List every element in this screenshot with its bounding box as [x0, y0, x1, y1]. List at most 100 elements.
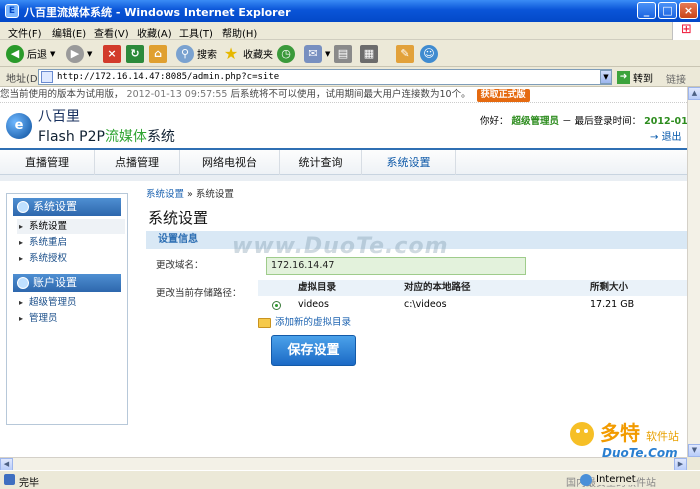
refresh-button[interactable]: ↻: [126, 43, 144, 64]
notice-date: 2012-01-13 09:57:55: [126, 89, 228, 100]
address-input[interactable]: http://172.16.14.47:8085/admin.php?c=sit…: [38, 69, 612, 85]
print-icon: ▤: [334, 44, 352, 63]
vertical-scrollbar[interactable]: ▲ ▼: [687, 87, 700, 457]
back-arrow-icon: ◀: [6, 44, 24, 63]
tab-settings[interactable]: 系统设置: [362, 150, 456, 175]
menu-favorites[interactable]: 收藏(A): [137, 25, 172, 40]
tab-tv[interactable]: 网络电视台: [180, 150, 280, 175]
mail-button[interactable]: ✉ ▼: [304, 43, 330, 64]
sidebar-item-super-admin[interactable]: 超级管理员: [17, 295, 125, 310]
page-viewport: 您当前使用的版本为试用版， 2012-01-13 09:57:55 后系统将不可…: [0, 87, 687, 457]
menu-bar: 文件(F) 编辑(E) 查看(V) 收藏(A) 工具(T) 帮助(H): [0, 22, 700, 40]
search-icon: ⚲: [176, 44, 194, 63]
logout-link[interactable]: → 退出: [650, 128, 682, 143]
table-header: 虚拟目录 对应的本地路径 所剩大小: [258, 280, 687, 296]
user-icon: [17, 277, 29, 289]
save-settings-button[interactable]: 保存设置: [271, 335, 356, 366]
address-label: 地址(D): [6, 74, 42, 85]
tab-stats[interactable]: 统计查询: [280, 150, 362, 175]
login-label: － 最后登录时间：: [562, 116, 642, 127]
last-login-time: 2012-01-06: [644, 116, 687, 127]
horizontal-scrollbar[interactable]: ◀ ▶: [0, 457, 687, 471]
home-icon: ⌂: [149, 44, 167, 63]
research-button[interactable]: ✎: [396, 43, 414, 64]
title-bar: E 八百里流媒体系统 - Windows Internet Explorer _…: [0, 0, 700, 22]
search-button[interactable]: ⚲ 搜索: [176, 43, 217, 64]
messenger-button[interactable]: ☺: [420, 43, 438, 64]
sidebar-group-system[interactable]: 系统设置: [13, 198, 121, 216]
menu-view[interactable]: 查看(V): [94, 25, 129, 40]
tab-live[interactable]: 直播管理: [0, 150, 95, 175]
toolbar: ◀ 后退 ▼ ▶ ▼ × ↻ ⌂ ⚲ 搜索 ★ 收藏夹 ◷ ✉ ▼ ▤ ▦ ✎ ☺: [0, 40, 700, 67]
menu-help[interactable]: 帮助(H): [222, 25, 257, 40]
home-button[interactable]: ⌂: [149, 43, 167, 64]
brand-name-en: Flash P2P流媒体系统: [38, 129, 175, 145]
messenger-icon: ☺: [420, 44, 438, 63]
star-icon: ★: [223, 43, 239, 63]
sidebar: 系统设置 系统设置 系统重启 系统授权 账户设置 超级管理员 管理员: [6, 193, 128, 425]
gear-icon: [17, 201, 29, 213]
back-button[interactable]: ◀ 后退 ▼: [6, 43, 55, 64]
history-button[interactable]: ◷: [277, 43, 295, 64]
favorites-button[interactable]: ★ 收藏夹: [222, 43, 273, 64]
user-info: 你好： 超级管理员 － 最后登录时间： 2012-01-06: [480, 113, 687, 127]
edit-button[interactable]: ▦: [360, 43, 378, 64]
svg-text:多特: 多特: [600, 421, 640, 445]
print-button[interactable]: ▤: [334, 43, 352, 64]
table-row: videos c:\videos 17.21 GB: [258, 297, 687, 313]
close-button[interactable]: ×: [679, 2, 698, 19]
scroll-down-icon[interactable]: ▼: [688, 444, 700, 457]
tab-vod[interactable]: 点播管理: [95, 150, 180, 175]
vdir-radio[interactable]: [272, 301, 281, 310]
mail-icon: ✉: [304, 44, 322, 63]
breadcrumb-current: 系统设置: [195, 189, 234, 200]
stop-icon: ×: [103, 44, 121, 63]
sidebar-item-system-settings[interactable]: 系统设置: [17, 219, 125, 234]
corner-watermark: 多特 软件站 DuoTe.Com: [566, 414, 687, 457]
scroll-up-icon[interactable]: ▲: [688, 87, 700, 100]
window-title: 八百里流媒体系统 - Windows Internet Explorer: [24, 6, 291, 19]
status-text: 完毕: [19, 478, 39, 489]
address-dropdown-button[interactable]: ▼: [600, 70, 612, 84]
refresh-icon: ↻: [126, 44, 144, 63]
breadcrumb-link[interactable]: 系统设置: [146, 189, 184, 200]
links-button[interactable]: 链接: [666, 71, 686, 86]
menu-tools[interactable]: 工具(T): [179, 25, 213, 40]
main-nav: 直播管理 点播管理 网络电视台 统计查询 系统设置: [0, 148, 687, 175]
add-virtual-dir-link[interactable]: 添加新的虚拟目录: [258, 314, 351, 328]
breadcrumb: 系统设置 » 系统设置: [146, 189, 234, 200]
storage-path-label: 更改当前存储路径：: [156, 288, 242, 299]
sidebar-item-admin[interactable]: 管理员: [17, 311, 125, 326]
menu-edit[interactable]: 编辑(E): [52, 25, 86, 40]
windows-logo-icon: ⊞: [672, 22, 700, 40]
maximize-button[interactable]: □: [658, 2, 677, 19]
menu-file[interactable]: 文件(F): [8, 25, 42, 40]
app-icon: E: [5, 4, 19, 18]
stop-button[interactable]: ×: [103, 43, 121, 64]
notice-text: 您当前使用的版本为试用版，: [0, 89, 124, 100]
edit-page-icon: ▦: [360, 44, 378, 63]
greeting: 你好：: [480, 116, 509, 127]
research-icon: ✎: [396, 44, 414, 63]
forward-button[interactable]: ▶ ▼: [66, 43, 92, 64]
brand-name-cn: 八百里: [38, 109, 80, 125]
svg-text:DuoTe.Com: DuoTe.Com: [602, 446, 678, 457]
go-button[interactable]: ➜ 转到: [617, 70, 653, 85]
minimize-button[interactable]: _: [637, 2, 656, 19]
folder-icon: [258, 317, 271, 328]
sidebar-item-system-restart[interactable]: 系统重启: [17, 235, 125, 250]
domain-input[interactable]: 172.16.14.47: [266, 257, 526, 275]
page-title: 系统设置: [148, 209, 209, 227]
sidebar-item-system-license[interactable]: 系统授权: [17, 251, 125, 266]
sidebar-group-account[interactable]: 账户设置: [13, 274, 121, 292]
svg-text:软件站: 软件站: [646, 429, 679, 443]
internet-zone-icon: [580, 474, 592, 486]
brand-header: e 八百里 Flash P2P流媒体系统 你好： 超级管理员 － 最后登录时间：…: [0, 103, 687, 147]
address-bar: 地址(D) http://172.16.14.47:8085/admin.php…: [0, 67, 700, 87]
domain-label: 更改域名：: [156, 260, 204, 271]
forward-arrow-icon: ▶: [66, 44, 84, 63]
trial-notice: 您当前使用的版本为试用版， 2012-01-13 09:57:55 后系统将不可…: [0, 87, 687, 103]
user-name: 超级管理员: [511, 116, 560, 127]
go-arrow-icon: ➜: [617, 71, 630, 84]
get-full-version-button[interactable]: 获取正式版: [476, 89, 530, 102]
